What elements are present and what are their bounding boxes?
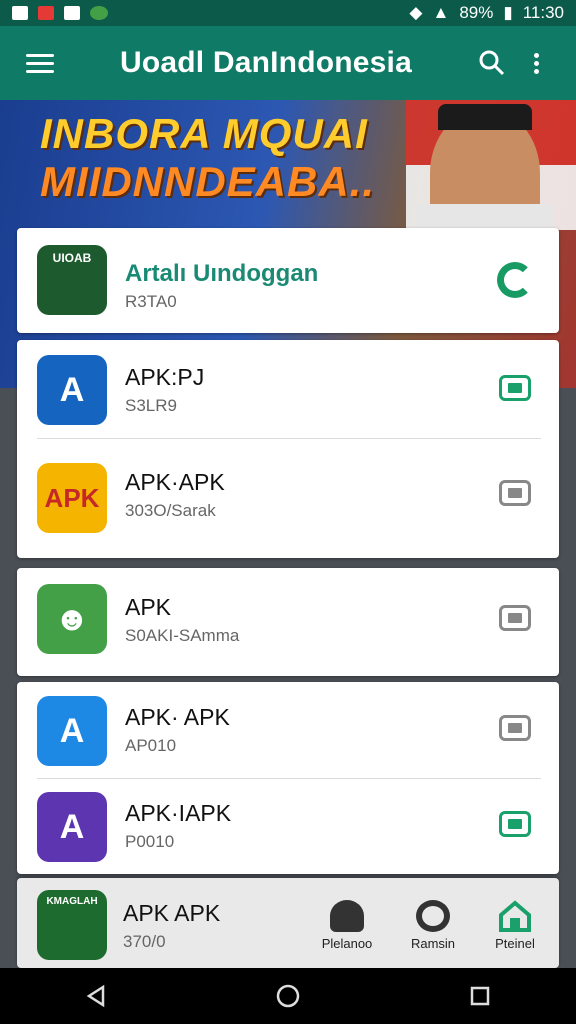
featured-app-icon: UIOAB [37,245,107,315]
hand-icon [330,900,364,932]
nav-item-2[interactable]: Ramsin [395,900,471,951]
list-item[interactable]: APK APK·APK 303O/Sarak [17,445,559,545]
recents-icon[interactable] [450,976,510,1016]
app-sub: 303O/Sarak [125,501,216,520]
featured-app-sub: R3TA0 [125,292,177,311]
app-title: Uoadl DanIndonesia [120,46,412,79]
more-options-icon[interactable] [514,41,558,85]
banner-subheadline: MIIDNNDEABA.. [40,158,375,205]
circle-icon [416,900,450,932]
app-card-group-2: ☻ APK S0AKI-SAmma [17,568,559,676]
wifi-icon: ◆ [409,3,423,22]
signal-icon: ▲ [432,3,450,22]
app-name: APK·APK [125,469,225,495]
back-icon[interactable] [66,976,126,1016]
nav-label: Ramsin [410,936,456,951]
list-item[interactable]: A APK·IAPK P0010 [17,778,559,878]
refresh-icon[interactable] [497,262,533,298]
select-checkbox[interactable] [499,480,531,506]
app-icon: ☻ [37,584,107,654]
app-bar: Uoadl DanIndonesia [0,26,576,100]
nav-label: Plelanoo [321,936,373,951]
home-button-icon[interactable] [258,976,318,1016]
list-item[interactable]: ☻ APK S0AKI-SAmma [17,570,559,670]
menu-icon[interactable] [18,41,62,85]
nav-item-1[interactable]: Plelanoo [309,900,385,951]
system-nav-bar [0,968,576,1024]
photo-icon [12,6,28,20]
person-image [416,104,554,244]
select-checkbox[interactable] [499,605,531,631]
bottom-bar: KMAGLAH APK APK 370/0 Plelanoo Ramsin Pt… [17,878,559,968]
featured-app-name: Artalı Uındoggan [125,260,319,287]
app-sub: P0010 [125,832,175,851]
app-sub: AP010 [125,736,177,755]
select-checkbox[interactable] [499,375,531,401]
clock: 11:30 [522,3,564,22]
app-card-group-1: A APK:PJ S3LR9 APK APK·APK 303O/Sarak [17,340,559,558]
app-icon: APK [37,463,107,533]
list-item[interactable]: A APK· APK AP010 [17,682,559,782]
app-icon: A [37,792,107,862]
app-name: APK· APK [125,704,230,730]
select-checkbox[interactable] [499,811,531,837]
list-item[interactable]: A APK:PJ S3LR9 [17,340,559,440]
app-name: APK [125,594,172,620]
home-icon [499,900,531,932]
bottom-app-icon[interactable]: KMAGLAH [37,890,107,960]
search-icon[interactable] [470,41,514,85]
app-sub: S0AKI-SAmma [125,626,240,645]
featured-card[interactable]: UIOAB Artalı Uındoggan R3TA0 [17,228,559,333]
select-checkbox[interactable] [499,715,531,741]
app-name: APK:PJ [125,364,205,390]
chat-icon [90,6,108,20]
divider [37,438,541,439]
app-sub: S3LR9 [125,396,177,415]
battery-level: 89% [459,3,494,22]
app-icon: A [37,696,107,766]
status-bar: ◆ ▲ 89% ▮ 11:30 [0,0,576,26]
nav-label: Pteinel [495,936,535,951]
banner-headline: INBORA MQUAI [40,110,368,157]
bottom-app-name: APK APK [123,900,221,926]
app-card-group-3: A APK· APK AP010 A APK·IAPK P0010 [17,682,559,874]
media-icon [38,6,54,20]
nav-item-3[interactable]: Pteinel [477,900,553,951]
bottom-app-sub: 370/0 [123,932,166,951]
app-name: APK·IAPK [125,800,232,826]
app-icon: A [37,355,107,425]
gallery-icon [64,6,80,20]
notification-icons [12,6,108,20]
battery-icon: ▮ [503,3,513,22]
